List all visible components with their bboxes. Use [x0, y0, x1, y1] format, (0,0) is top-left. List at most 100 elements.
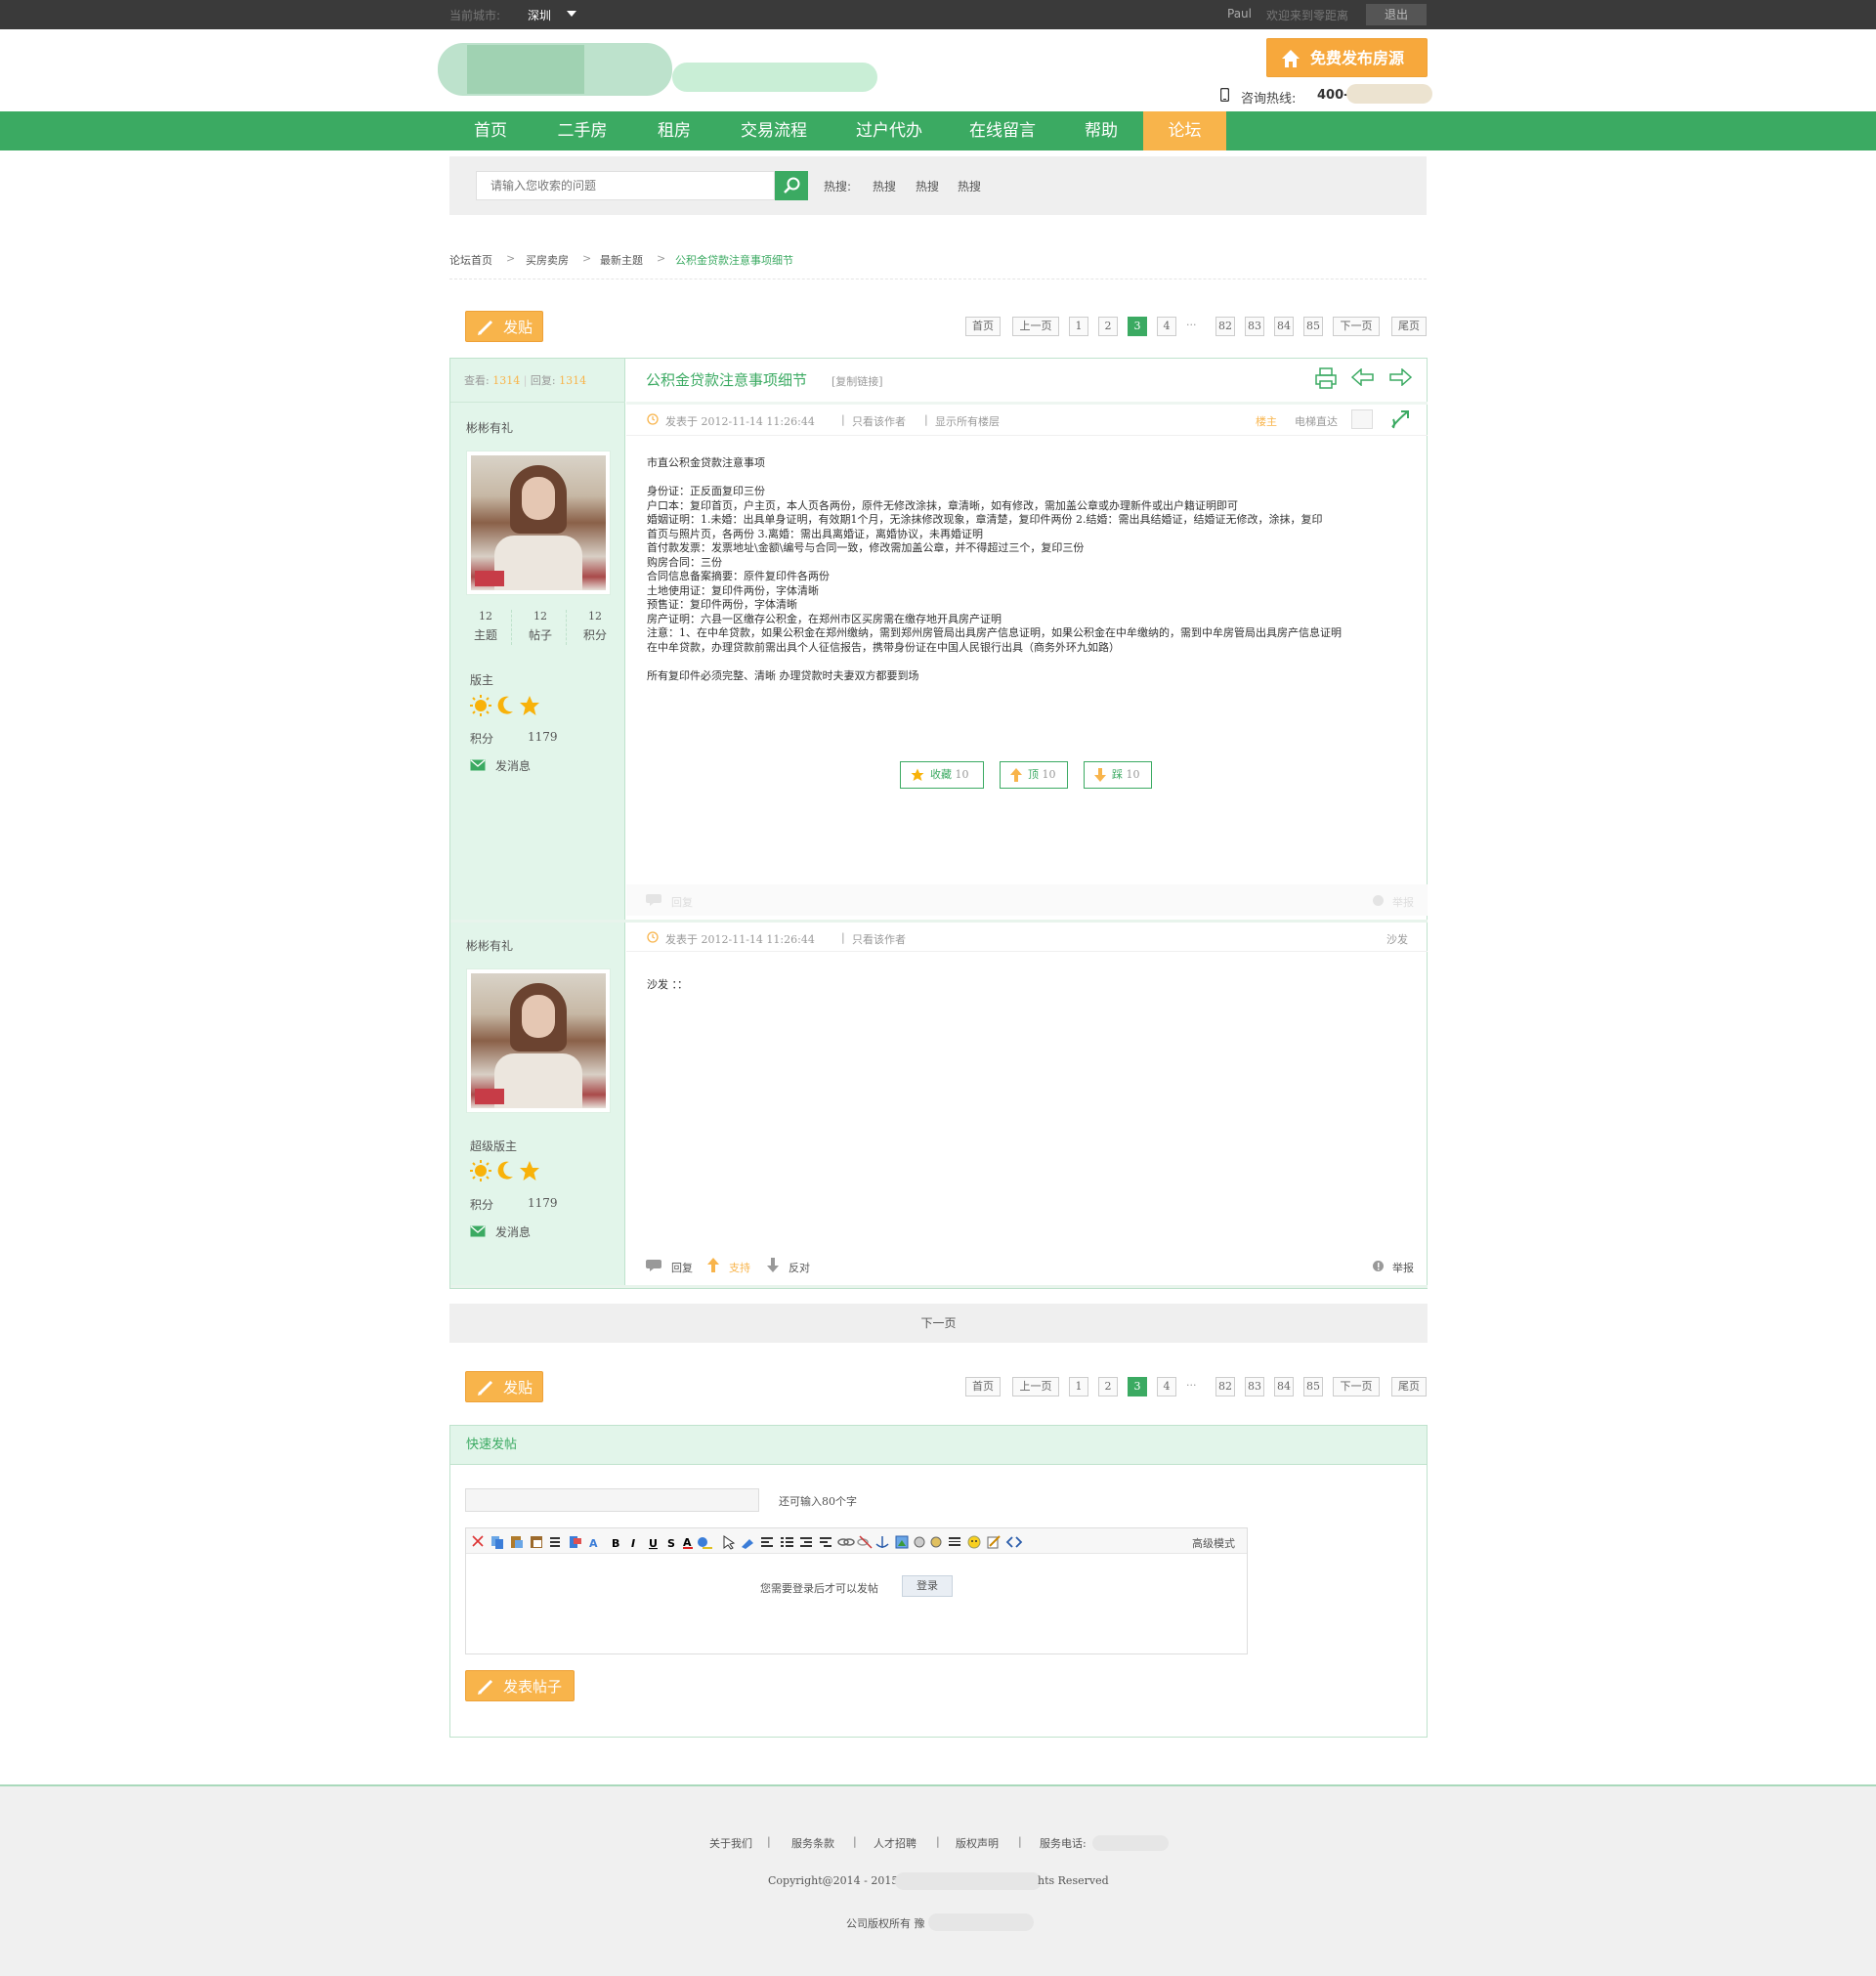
pager-page[interactable]: 1	[1069, 1377, 1088, 1396]
pager-page[interactable]: 2	[1098, 1377, 1118, 1396]
pager-top: 首页 上一页 1 2 3 4 ··· 82 83 84 85 下一页 尾页	[0, 317, 1876, 336]
post2-body: 沙发 ：：	[647, 978, 688, 991]
pager-page[interactable]: 1	[1069, 317, 1088, 336]
post-title-input[interactable]	[465, 1488, 759, 1512]
nav-item-transfer[interactable]: 过户代办	[844, 111, 934, 150]
upvote-button[interactable]: 顶 10	[1000, 761, 1068, 789]
breadcrumb-item[interactable]: 最新主题	[600, 252, 643, 268]
nav-item-help[interactable]: 帮助	[1059, 111, 1143, 150]
pager-page[interactable]: 82	[1215, 317, 1235, 336]
hot-search-item[interactable]: 热搜	[958, 178, 981, 194]
pager-bottom: 首页 上一页 1 2 3 4 ··· 82 83 84 85 下一页 尾页	[0, 1377, 1876, 1396]
breadcrumb-separator: >	[657, 252, 666, 265]
footer-link[interactable]: 服务条款	[791, 1835, 834, 1851]
show-all-floors-link[interactable]: 显示所有楼层	[935, 413, 1000, 429]
post1-reply-button[interactable]: 回复	[671, 894, 693, 910]
copy-link-button[interactable]: [复制链接]	[831, 373, 883, 389]
star-icon	[911, 768, 924, 781]
footer-link[interactable]: 关于我们	[709, 1835, 752, 1851]
advanced-mode-link[interactable]: 高级模式	[1192, 1535, 1235, 1551]
pager-page-current[interactable]: 3	[1128, 317, 1147, 336]
thread-container: 查看: 1314 | 回复: 1314 公积金贷款注意事项细节 [复制链接] 发…	[449, 358, 1428, 1289]
submit-post-button[interactable]: 发表帖子	[465, 1670, 575, 1701]
search-input[interactable]	[476, 171, 775, 200]
pager-page[interactable]: 2	[1098, 317, 1118, 336]
pager-page-current[interactable]: 3	[1128, 1377, 1147, 1396]
breadcrumb-item[interactable]: 买房卖房	[526, 252, 569, 268]
pager-ellipsis: ···	[1186, 319, 1197, 331]
only-author-link[interactable]: 只看该作者	[852, 413, 906, 429]
pager-next[interactable]: 下一页	[1333, 1377, 1380, 1396]
city-select[interactable]: 深圳	[528, 7, 551, 23]
pager-first[interactable]: 首页	[965, 317, 1001, 336]
star-icon	[520, 1161, 539, 1181]
hotline-number: 400-	[1317, 88, 1349, 103]
editor-toolbar: A B I U S A 高级模式	[466, 1528, 1247, 1554]
hot-search-item[interactable]: 热搜	[916, 178, 939, 194]
pager-page[interactable]: 4	[1157, 317, 1176, 336]
nav-item-rent[interactable]: 租房	[633, 111, 715, 150]
support-button[interactable]: 支持	[729, 1260, 750, 1275]
post1-report-button[interactable]: 举报	[1392, 894, 1414, 910]
favorite-button[interactable]: 收藏 10	[900, 761, 984, 789]
nav-item-forum[interactable]: 论坛	[1143, 111, 1226, 150]
editor-toolbar-icons[interactable]: A B I U S A	[472, 1534, 1039, 1550]
nav-item-message[interactable]: 在线留言	[958, 111, 1047, 150]
post2-report-button[interactable]: 举报	[1392, 1260, 1414, 1275]
pager-page[interactable]: 85	[1303, 1377, 1323, 1396]
oppose-button[interactable]: 反对	[789, 1260, 810, 1275]
post2-avatar[interactable]	[466, 968, 611, 1113]
post1-message-button[interactable]: 发消息	[495, 757, 531, 774]
pager-page[interactable]: 84	[1274, 317, 1294, 336]
post1-role: 版主	[470, 673, 494, 687]
post2-role: 超级版主	[470, 1139, 518, 1153]
post2-message-button[interactable]: 发消息	[495, 1224, 531, 1240]
pager-page[interactable]: 4	[1157, 1377, 1176, 1396]
post2-reply-button[interactable]: 回复	[671, 1260, 693, 1275]
site-logo[interactable]	[438, 43, 882, 102]
phone-icon	[1220, 88, 1229, 102]
comment-icon	[646, 1260, 661, 1271]
pager-last[interactable]: 尾页	[1391, 317, 1427, 336]
previous-thread-icon[interactable]	[1351, 368, 1375, 386]
logout-button[interactable]: 退出	[1366, 4, 1427, 25]
nav-item-second-hand[interactable]: 二手房	[541, 111, 623, 150]
pager-page[interactable]: 82	[1215, 1377, 1235, 1396]
pager-last[interactable]: 尾页	[1391, 1377, 1427, 1396]
footer-link[interactable]: 版权声明	[956, 1835, 999, 1851]
only-author-link[interactable]: 只看该作者	[852, 931, 906, 947]
floor-label: 沙发	[1386, 933, 1408, 946]
username[interactable]: Paul	[1227, 7, 1252, 21]
post2-level-icons	[470, 1160, 548, 1183]
post1-avatar[interactable]	[466, 451, 611, 595]
floor-jump-input[interactable]	[1351, 409, 1373, 429]
moon-icon	[497, 696, 513, 714]
free-publish-button[interactable]: 免费发布房源	[1266, 38, 1428, 77]
print-icon[interactable]	[1314, 366, 1338, 390]
pager-first[interactable]: 首页	[965, 1377, 1001, 1396]
login-button[interactable]: 登录	[902, 1575, 953, 1597]
search-button[interactable]	[775, 171, 808, 200]
footer-link[interactable]: 人才招聘	[874, 1835, 917, 1851]
clock-icon	[647, 931, 659, 943]
next-thread-icon[interactable]	[1388, 368, 1412, 386]
pager-page[interactable]: 83	[1245, 317, 1264, 336]
post1-author-name[interactable]: 彬彬有礼	[466, 419, 513, 436]
svg-text:A: A	[589, 1537, 598, 1550]
pager-page[interactable]: 84	[1274, 1377, 1294, 1396]
hot-search-item[interactable]: 热搜	[873, 178, 896, 194]
pager-page[interactable]: 83	[1245, 1377, 1264, 1396]
pager-prev[interactable]: 上一页	[1012, 317, 1059, 336]
chevron-down-icon[interactable]	[567, 11, 576, 17]
downvote-button[interactable]: 踩 10	[1084, 761, 1152, 789]
pager-prev[interactable]: 上一页	[1012, 1377, 1059, 1396]
breadcrumb-item[interactable]: 论坛首页	[449, 252, 492, 268]
nav-item-process[interactable]: 交易流程	[729, 111, 819, 150]
pager-next[interactable]: 下一页	[1333, 317, 1380, 336]
pager-page[interactable]: 85	[1303, 317, 1323, 336]
go-arrow-icon[interactable]	[1388, 408, 1412, 431]
next-page-bar[interactable]: 下一页	[449, 1304, 1428, 1343]
nav-item-home[interactable]: 首页	[449, 111, 532, 150]
copyright-redacted	[895, 1872, 1042, 1890]
post2-author-name[interactable]: 彬彬有礼	[466, 937, 513, 954]
